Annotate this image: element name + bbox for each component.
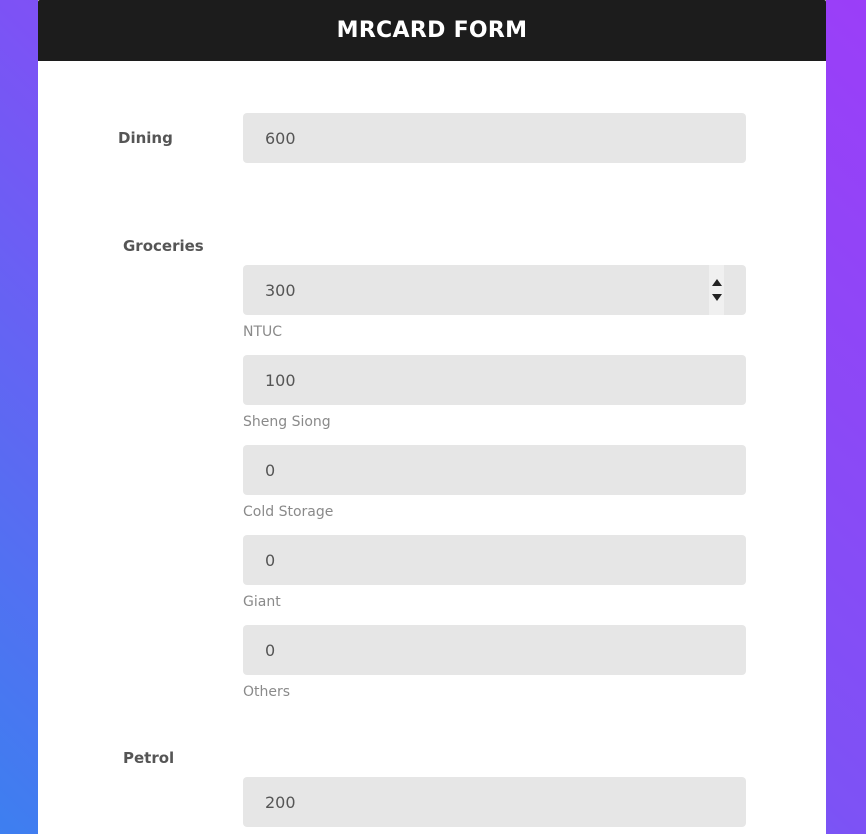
cold-storage-input-value: 0 (265, 460, 276, 480)
others-label: Others (243, 684, 291, 700)
petrol-input-value: 200 (265, 792, 296, 812)
cold-storage-label: Cold Storage (243, 504, 334, 520)
sheng-siong-input[interactable]: 100 (243, 355, 746, 405)
giant-label: Giant (243, 594, 281, 610)
giant-input[interactable]: 0 (243, 535, 746, 585)
cold-storage-input[interactable]: 0 (243, 445, 746, 495)
others-input[interactable]: 0 (243, 625, 746, 675)
dining-input[interactable]: 600 (243, 113, 746, 163)
form-card: MRCARD FORM Dining 600 Groceries 300 NTU… (38, 0, 826, 834)
groceries-label: Groceries (123, 237, 204, 255)
petrol-label: Petrol (123, 749, 175, 767)
sheng-siong-label: Sheng Siong (243, 414, 331, 430)
form-title: MRCARD FORM (336, 18, 528, 43)
ntuc-label: NTUC (243, 324, 283, 340)
spinner-up-icon[interactable] (711, 279, 722, 286)
dining-input-value: 600 (265, 128, 296, 148)
giant-input-value: 0 (265, 550, 276, 570)
ntuc-input-value: 300 (265, 280, 296, 300)
form-header: MRCARD FORM (38, 0, 826, 61)
spinner-down-icon[interactable] (711, 294, 722, 301)
ntuc-input[interactable]: 300 (243, 265, 746, 315)
others-input-value: 0 (265, 640, 276, 660)
petrol-input[interactable]: 200 (243, 777, 746, 827)
number-spinner[interactable] (709, 265, 724, 315)
sheng-siong-input-value: 100 (265, 370, 296, 390)
dining-label: Dining (118, 129, 173, 147)
